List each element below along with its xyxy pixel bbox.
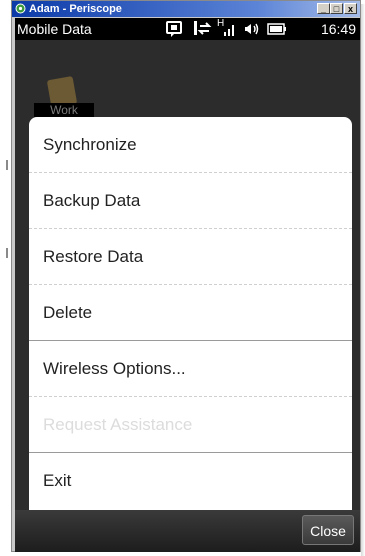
options-menu: Synchronize Backup Data Restore Data Del… [29,117,352,537]
menu-item-restore-data[interactable]: Restore Data [29,229,352,284]
window-titlebar[interactable]: Adam - Periscope _ □ x [12,1,360,17]
data-connection-icon [194,21,212,35]
bottom-softkey-bar: Close [15,510,360,552]
frame-tick [6,248,8,258]
menu-item-wireless-options[interactable]: Wireless Options... [29,341,352,396]
battery-icon [267,23,286,35]
volume-icon [245,23,259,35]
device-screen: Mobile Data H 16:49 Work Synchronize Bac… [15,18,360,552]
menu-item-exit[interactable]: Exit [29,453,352,508]
menu-item-backup-data[interactable]: Backup Data [29,173,352,228]
frame-tick [6,160,8,170]
minimize-button[interactable]: _ [317,3,330,14]
work-folder-label: Work [34,103,94,117]
menu-item-synchronize[interactable]: Synchronize [29,117,352,172]
status-bar: Mobile Data H 16:49 [15,18,360,40]
close-button[interactable]: Close [302,515,354,545]
carrier-label[interactable]: Mobile Data [17,21,92,37]
close-window-button[interactable]: x [344,3,357,14]
signal-strength-icon [224,25,234,36]
frame-shadow [361,4,365,556]
maximize-button[interactable]: □ [330,3,343,14]
window-title: Adam - Periscope [29,3,122,15]
notification-icon[interactable] [165,20,183,38]
clock[interactable]: 16:49 [321,21,356,37]
menu-item-request-assistance: Request Assistance [43,415,193,434]
periscope-app-icon [15,3,26,14]
menu-item-delete[interactable]: Delete [29,285,352,340]
